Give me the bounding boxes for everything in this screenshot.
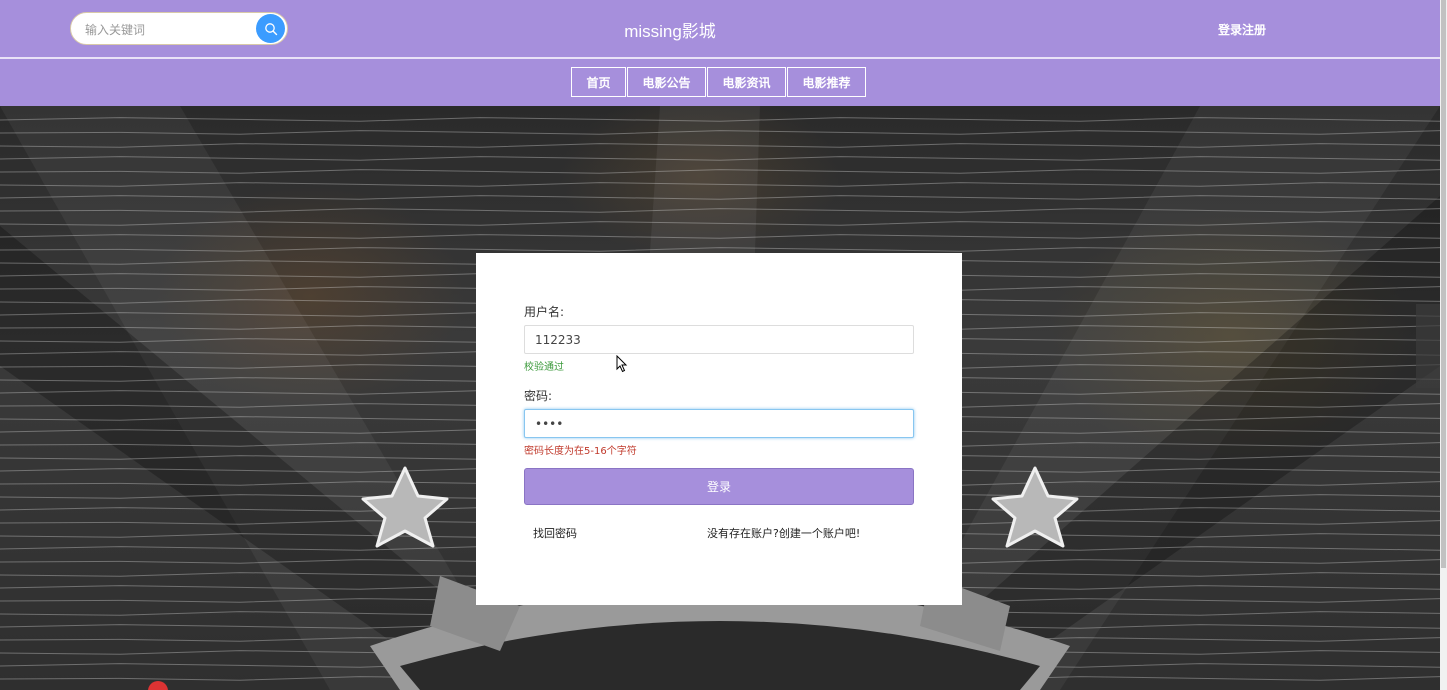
site-title: missing影城 — [624, 22, 716, 41]
login-register-link[interactable]: 登录注册 — [1218, 21, 1266, 38]
top-header: missing影城 登录注册 — [0, 0, 1440, 57]
search-input[interactable] — [83, 19, 252, 41]
search-button[interactable] — [256, 14, 285, 43]
login-button[interactable]: 登录 — [524, 468, 914, 505]
username-input[interactable] — [524, 325, 914, 354]
nav-item-announcements[interactable]: 电影公告 — [627, 67, 706, 97]
password-label: 密码: — [524, 389, 553, 403]
username-label: 用户名: — [524, 305, 565, 319]
scrollbar-thumb[interactable] — [1441, 0, 1446, 568]
search-box — [70, 12, 288, 45]
password-input[interactable] — [524, 409, 914, 438]
nav-item-recommend[interactable]: 电影推荐 — [787, 67, 866, 97]
username-validation-hint: 校验通过 — [524, 362, 564, 373]
nav-item-home[interactable]: 首页 — [571, 67, 626, 97]
nav-item-news[interactable]: 电影资讯 — [707, 67, 786, 97]
forgot-password-link[interactable]: 找回密码 — [533, 525, 577, 541]
login-card: 用户名: 校验通过 密码: 密码长度为在5-16个字符 登录 找回密码 没有存在… — [476, 253, 962, 605]
mouse-cursor-icon — [616, 355, 628, 373]
page-scrollbar[interactable] — [1440, 0, 1447, 690]
search-icon — [264, 22, 277, 35]
side-panel-tab[interactable] — [1416, 304, 1440, 388]
nav-bar: 首页 电影公告 电影资讯 电影推荐 — [0, 59, 1440, 106]
nav-list: 首页 电影公告 电影资讯 电影推荐 — [571, 67, 867, 97]
create-account-link[interactable]: 没有存在账户?创建一个账户吧! — [707, 525, 860, 541]
password-validation-hint: 密码长度为在5-16个字符 — [524, 446, 637, 457]
